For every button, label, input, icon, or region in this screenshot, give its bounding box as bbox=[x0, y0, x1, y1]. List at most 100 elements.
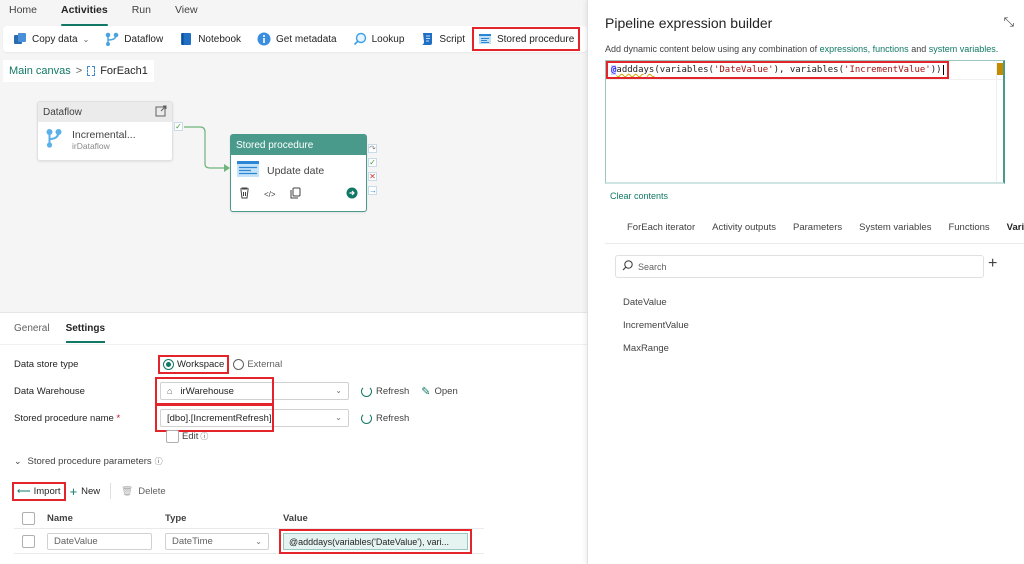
tab-view[interactable]: View bbox=[175, 0, 207, 22]
failure-port-icon[interactable]: ✕ bbox=[368, 172, 377, 181]
tab-home[interactable]: Home bbox=[9, 0, 46, 22]
editor-current-line bbox=[606, 79, 1003, 80]
script-button[interactable]: Script bbox=[418, 28, 467, 50]
tab-functions[interactable]: Functions bbox=[948, 222, 989, 243]
go-arrow-icon[interactable] bbox=[346, 187, 358, 202]
import-button[interactable]: ⟵ Import bbox=[12, 481, 66, 501]
warehouse-highlight bbox=[155, 377, 274, 405]
copy-data-button[interactable]: Copy data ⌄ bbox=[11, 28, 91, 50]
param-value-field[interactable]: @adddays(variables('DateValue'), vari... bbox=[283, 533, 468, 550]
new-button[interactable]: + New bbox=[70, 484, 101, 499]
chevron-down-icon: ⌄ bbox=[82, 34, 90, 44]
success-port-icon[interactable]: ✓ bbox=[174, 122, 183, 131]
tab-variables[interactable]: Vari bbox=[1007, 222, 1024, 243]
copy-icon[interactable] bbox=[290, 187, 301, 202]
search-placeholder: Search bbox=[638, 261, 667, 272]
stored-procedure-icon bbox=[237, 161, 259, 180]
refresh-warehouse-button[interactable]: Refresh bbox=[361, 385, 409, 397]
param-value-input[interactable]: @adddays(variables('DateValue'), vari... bbox=[279, 529, 472, 554]
system-variables-link[interactable]: system variables bbox=[929, 44, 996, 54]
code-part: )) bbox=[930, 65, 942, 75]
completion-port-icon[interactable]: → bbox=[368, 186, 377, 195]
tab-general[interactable]: General bbox=[14, 323, 50, 334]
variable-item[interactable]: MaxRange bbox=[623, 343, 669, 354]
delete-icon[interactable] bbox=[239, 187, 250, 202]
dataflow-node-header: Dataflow bbox=[43, 106, 82, 118]
output-ports: ↷ ✓ ✕ → bbox=[368, 144, 377, 195]
open-external-icon[interactable] bbox=[155, 105, 167, 120]
dataflow-activity-node[interactable]: Dataflow Incremental... irDataflow bbox=[37, 101, 173, 161]
radio-workspace[interactable]: Workspace bbox=[157, 355, 230, 374]
tab-run[interactable]: Run bbox=[132, 0, 160, 22]
pipeline-canvas[interactable]: Dataflow Incremental... irDataflow ✓ Sto… bbox=[0, 86, 587, 312]
row-checkbox[interactable] bbox=[22, 535, 35, 548]
radio-external[interactable]: External bbox=[233, 359, 282, 370]
breadcrumb-main-canvas[interactable]: Main canvas bbox=[9, 65, 71, 77]
tab-system-variables[interactable]: System variables bbox=[859, 222, 931, 243]
sp-node-header: Stored procedure bbox=[236, 139, 314, 151]
chevron-down-icon[interactable]: ⌄ bbox=[14, 456, 22, 467]
copy-data-icon bbox=[13, 32, 27, 46]
tab-parameters[interactable]: Parameters bbox=[793, 222, 842, 243]
dataflow-button[interactable]: Dataflow bbox=[103, 28, 165, 50]
notebook-button[interactable]: Notebook bbox=[177, 28, 243, 50]
success-port-icon[interactable]: ✓ bbox=[368, 158, 377, 167]
stored-procedure-icon bbox=[478, 32, 492, 46]
variables-search-input[interactable]: Search bbox=[615, 255, 984, 278]
get-metadata-label: Get metadata bbox=[276, 33, 337, 45]
data-warehouse-select[interactable]: ⌂ irWarehouse ⌄ bbox=[155, 377, 349, 405]
parameters-table-header: Name Type Value bbox=[14, 509, 484, 529]
tab-settings[interactable]: Settings bbox=[65, 323, 106, 343]
open-label: Open bbox=[434, 385, 458, 397]
desc-and: and bbox=[908, 44, 929, 54]
code-icon[interactable]: </> bbox=[264, 190, 276, 199]
expressions-functions-link[interactable]: expressions, functions bbox=[820, 44, 909, 54]
clear-contents-link[interactable]: Clear contents bbox=[610, 191, 668, 201]
select-all-checkbox[interactable] bbox=[22, 512, 35, 525]
expand-icon[interactable]: ⤡ bbox=[1004, 14, 1014, 30]
param-value-text: @adddays(variables('DateValue'), vari... bbox=[289, 536, 449, 547]
editor-scrollbar-track[interactable] bbox=[996, 61, 997, 182]
add-variable-button[interactable]: + bbox=[988, 255, 997, 273]
refresh-label: Refresh bbox=[376, 412, 410, 424]
expression-builder-pane: Pipeline expression builder ⤡ Add dynami… bbox=[587, 0, 1024, 564]
expression-builder-description: Add dynamic content below using any comb… bbox=[605, 44, 998, 54]
variable-item[interactable]: IncrementValue bbox=[623, 320, 689, 331]
data-store-type-label: Data store type bbox=[14, 359, 79, 370]
param-name-input[interactable]: DateValue bbox=[47, 533, 152, 550]
edit-checkbox[interactable] bbox=[166, 430, 179, 443]
tab-activity-outputs[interactable]: Activity outputs bbox=[712, 222, 776, 243]
column-type: Type bbox=[165, 513, 187, 524]
stored-procedure-label: Stored procedure bbox=[496, 33, 575, 45]
radio-workspace-circle[interactable] bbox=[163, 359, 174, 370]
info-icon bbox=[257, 32, 271, 46]
skip-port-icon[interactable]: ↷ bbox=[368, 144, 377, 153]
code-function: adddays bbox=[616, 65, 655, 75]
lookup-button[interactable]: Lookup bbox=[351, 28, 407, 50]
stored-procedure-activity-node[interactable]: Stored procedure Update date </> bbox=[230, 134, 367, 212]
param-type-select[interactable]: DateTime ⌄ bbox=[165, 533, 269, 550]
open-warehouse-button[interactable]: ✎ Open bbox=[421, 385, 457, 398]
import-label: Import bbox=[33, 485, 61, 497]
text-cursor bbox=[942, 65, 944, 75]
delete-button[interactable]: 🗑 Delete bbox=[121, 486, 166, 497]
stored-procedure-button[interactable]: Stored procedure bbox=[471, 27, 581, 51]
copy-data-label: Copy data bbox=[32, 33, 78, 45]
get-metadata-button[interactable]: Get metadata bbox=[255, 28, 339, 50]
delete-label: Delete bbox=[138, 485, 166, 497]
lookup-label: Lookup bbox=[371, 33, 405, 45]
tab-activities[interactable]: Activities bbox=[61, 0, 117, 26]
radio-external-circle[interactable] bbox=[233, 359, 245, 370]
expression-editor[interactable]: @adddays(variables('DateValue'), variabl… bbox=[605, 60, 1005, 184]
code-string: 'IncrementValue' bbox=[844, 65, 931, 75]
stored-procedure-name-select[interactable]: [dbo].[IncrementRefresh] ⌄ bbox=[155, 404, 349, 432]
editor-scrollbar-marker[interactable] bbox=[997, 63, 1003, 75]
expression-code[interactable]: @adddays(variables('DateValue'), variabl… bbox=[606, 61, 949, 79]
tab-foreach-iterator[interactable]: ForEach iterator bbox=[627, 222, 695, 243]
notebook-label: Notebook bbox=[198, 33, 242, 45]
edit-label: Edit bbox=[182, 431, 199, 442]
refresh-sp-button[interactable]: Refresh bbox=[361, 412, 410, 424]
chevron-down-icon: ⌄ bbox=[335, 413, 342, 422]
sp-parameters-section[interactable]: Stored procedure parameters bbox=[28, 456, 152, 467]
variable-item[interactable]: DateValue bbox=[623, 297, 667, 308]
